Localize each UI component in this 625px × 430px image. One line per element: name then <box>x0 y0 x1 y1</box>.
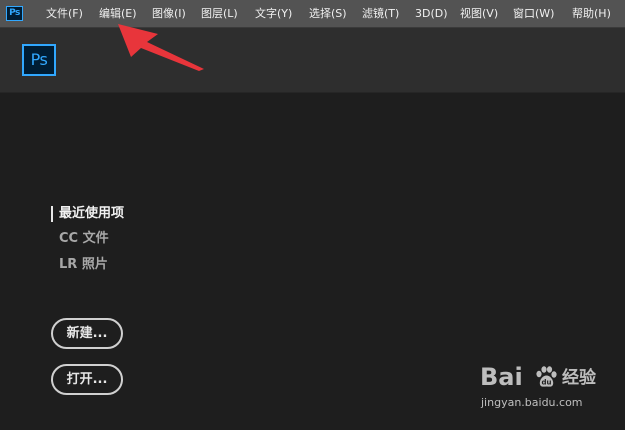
active-nav-indicator <box>51 206 53 222</box>
photoshop-app-icon[interactable]: Ps <box>6 6 23 21</box>
menu-type[interactable]: 文字(Y) <box>255 6 292 22</box>
menu-3d[interactable]: 3D(D) <box>415 6 448 22</box>
menu-bar: Ps 文件(F) 编辑(E) 图像(I) 图层(L) 文字(Y) 选择(S) 滤… <box>0 0 625 28</box>
menu-help[interactable]: 帮助(H) <box>572 6 611 22</box>
nav-cc-files[interactable]: CC 文件 <box>59 230 109 248</box>
menu-image[interactable]: 图像(I) <box>152 6 186 22</box>
menu-edit[interactable]: 编辑(E) <box>99 6 137 22</box>
menu-view[interactable]: 视图(V) <box>460 6 498 22</box>
menu-select[interactable]: 选择(S) <box>309 6 347 22</box>
new-button[interactable]: 新建... <box>51 318 123 349</box>
nav-lr-photos[interactable]: LR 照片 <box>59 256 108 274</box>
menu-filter[interactable]: 滤镜(T) <box>362 6 399 22</box>
photoshop-logo: Ps <box>22 44 56 76</box>
menu-file[interactable]: 文件(F) <box>46 6 83 22</box>
menu-layer[interactable]: 图层(L) <box>201 6 238 22</box>
nav-recent[interactable]: 最近使用项 <box>59 205 124 223</box>
menu-window[interactable]: 窗口(W) <box>513 6 554 22</box>
open-button[interactable]: 打开... <box>51 364 123 395</box>
start-header: Ps <box>0 28 625 93</box>
